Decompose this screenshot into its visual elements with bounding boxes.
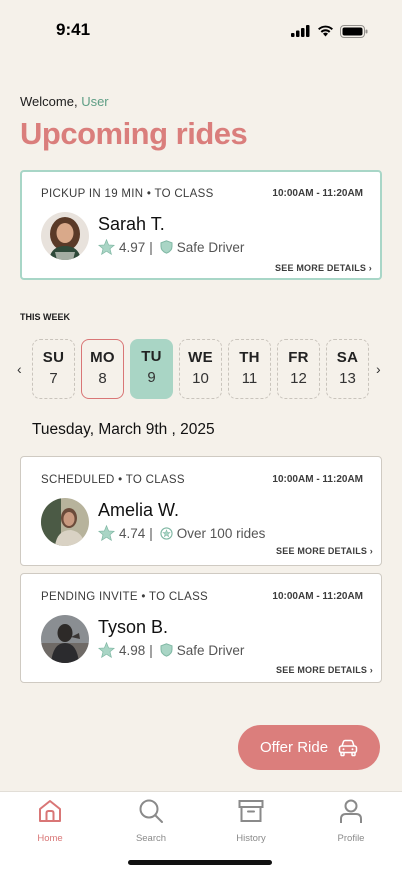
meta-separator: |	[149, 525, 153, 541]
prev-week-button[interactable]: ‹	[17, 361, 22, 377]
star-icon	[98, 642, 115, 658]
ride-time: 10:00AM - 11:20AM	[272, 591, 363, 602]
next-week-button[interactable]: ›	[376, 361, 381, 377]
see-more-details-link[interactable]: SEE MORE DETAILS ›	[276, 546, 373, 556]
star-icon	[98, 239, 115, 255]
see-more-details-link[interactable]: SEE MORE DETAILS ›	[275, 263, 372, 273]
ride-time: 10:00AM - 11:20AM	[272, 474, 363, 485]
day-number: 9	[147, 369, 156, 386]
driver-avatar	[41, 212, 89, 260]
day-name: MO	[90, 349, 115, 366]
battery-icon	[340, 24, 368, 38]
star-icon	[98, 525, 115, 541]
tab-label: Search	[135, 833, 167, 844]
tab-history[interactable]: History	[221, 798, 281, 844]
home-indicator[interactable]	[128, 860, 272, 865]
day-number: 8	[98, 370, 107, 387]
day-name: TH	[239, 349, 260, 366]
car-icon	[338, 739, 358, 756]
tab-profile[interactable]: Profile	[321, 798, 381, 844]
ride-status: PENDING INVITE • TO CLASS	[41, 591, 209, 603]
driver-badge: Over 100 rides	[176, 525, 266, 541]
day-name: FR	[288, 349, 309, 366]
shield-icon	[160, 240, 173, 254]
home-icon	[39, 800, 61, 822]
driver-meta: 4.74 | Over 100 rides	[98, 525, 265, 541]
shield-icon	[160, 643, 173, 657]
day-number: 12	[290, 370, 307, 387]
day-wednesday[interactable]: WE 10	[179, 339, 222, 399]
driver-name: Amelia W.	[98, 500, 180, 520]
driver-meta: 4.97 | Safe Driver	[98, 239, 244, 255]
page-title: Upcoming rides	[20, 116, 248, 151]
driver-rating: 4.97	[119, 239, 146, 255]
driver-meta: 4.98 | Safe Driver	[98, 642, 244, 658]
signal-icon	[291, 25, 310, 37]
week-label: THIS WEEK	[20, 312, 71, 322]
next-ride-card[interactable]: PICKUP IN 19 MIN • TO CLASS 10:00AM - 11…	[20, 170, 382, 280]
driver-avatar	[41, 498, 89, 546]
search-icon	[139, 799, 163, 823]
day-name: WE	[188, 349, 213, 366]
tab-search[interactable]: Search	[121, 798, 181, 844]
day-number: 13	[339, 370, 356, 387]
ride-card[interactable]: PENDING INVITE • TO CLASS 10:00AM - 11:2…	[20, 573, 382, 683]
archive-icon	[238, 800, 264, 822]
tab-label: Profile	[337, 833, 365, 844]
day-saturday[interactable]: SA 13	[326, 339, 369, 399]
ride-time: 10:00AM - 11:20AM	[272, 188, 363, 199]
offer-ride-label: Offer Ride	[259, 739, 329, 756]
tab-label: History	[236, 833, 266, 844]
ride-card[interactable]: SCHEDULED • TO CLASS 10:00AM - 11:20AM A…	[20, 456, 382, 566]
star-badge-icon	[160, 526, 173, 540]
user-name: User	[81, 94, 109, 109]
see-more-details-link[interactable]: SEE MORE DETAILS ›	[276, 665, 373, 675]
driver-name: Sarah T.	[98, 214, 165, 234]
day-name: TU	[141, 348, 162, 365]
day-friday[interactable]: FR 12	[277, 339, 320, 399]
driver-badge: Safe Driver	[176, 239, 245, 255]
day-thursday[interactable]: TH 11	[228, 339, 271, 399]
meta-separator: |	[149, 642, 153, 658]
day-name: SU	[42, 349, 65, 366]
tab-home[interactable]: Home	[20, 798, 80, 844]
driver-rating: 4.74	[119, 525, 146, 541]
tab-label: Home	[37, 833, 63, 844]
ride-status: SCHEDULED • TO CLASS	[41, 474, 185, 486]
day-number: 10	[192, 370, 209, 387]
day-number: 7	[49, 370, 58, 387]
status-time: 9:41	[56, 20, 91, 39]
status-icons	[291, 24, 368, 38]
day-tuesday[interactable]: TU 9	[130, 339, 173, 399]
driver-badge: Safe Driver	[176, 642, 245, 658]
day-monday[interactable]: MO 8	[81, 339, 124, 399]
offer-ride-button[interactable]: Offer Ride	[238, 725, 380, 770]
status-bar: 9:41	[0, 0, 402, 54]
day-name: SA	[336, 349, 359, 366]
ride-status: PICKUP IN 19 MIN • TO CLASS	[41, 188, 214, 200]
welcome-text: Welcome, User	[20, 94, 109, 109]
user-icon	[340, 799, 362, 823]
day-number: 11	[241, 370, 258, 387]
welcome-prefix: Welcome,	[20, 94, 78, 109]
driver-name: Tyson B.	[98, 617, 169, 637]
driver-rating: 4.98	[119, 642, 146, 658]
driver-avatar	[41, 615, 89, 663]
meta-separator: |	[149, 239, 153, 255]
wifi-icon	[318, 25, 333, 37]
day-sunday[interactable]: SU 7	[32, 339, 75, 399]
selected-date-heading: Tuesday, March 9th , 2025	[32, 421, 215, 438]
